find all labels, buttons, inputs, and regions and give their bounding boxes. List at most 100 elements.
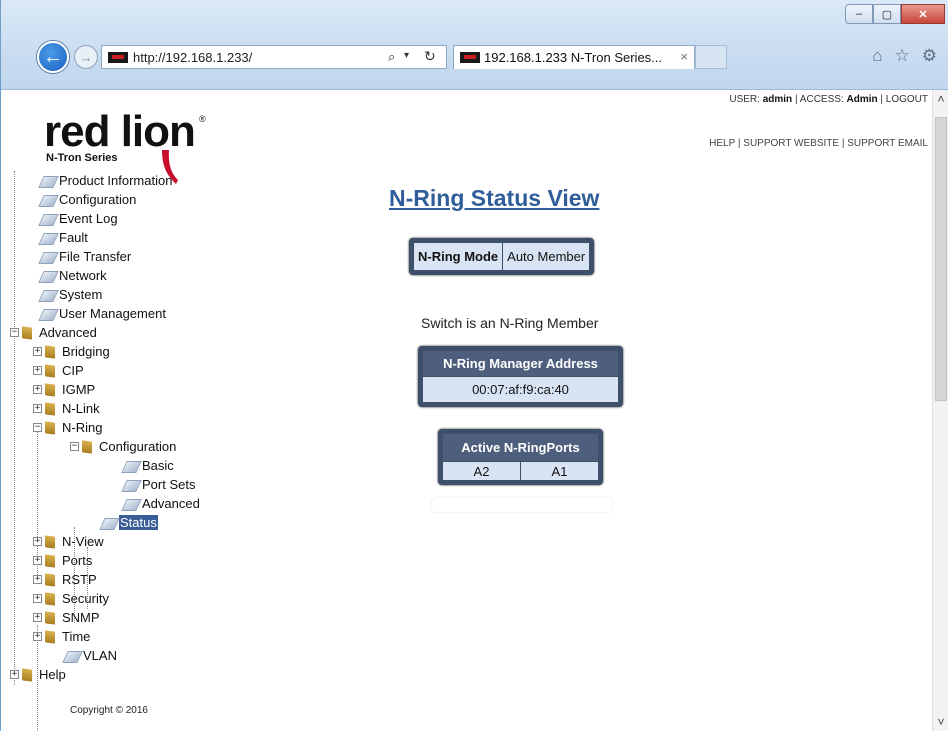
tree-item-cip[interactable]: + CIP: [33, 361, 85, 380]
tree-item-ports[interactable]: + Ports: [33, 551, 93, 570]
expand-icon[interactable]: +: [33, 632, 42, 641]
tab-title: 192.168.1.233 N-Tron Series...: [484, 50, 663, 65]
tree-item-n-ring[interactable]: − N-Ring: [33, 418, 103, 437]
page-icon: [38, 251, 56, 263]
n-ring-mode-label: N-Ring Mode: [412, 242, 504, 271]
expand-icon[interactable]: +: [33, 594, 42, 603]
tree-item-basic[interactable]: Basic: [121, 456, 175, 475]
collapse-icon[interactable]: −: [70, 442, 79, 451]
support-email-link[interactable]: SUPPORT EMAIL: [847, 138, 928, 149]
tree-item-product-information[interactable]: Product Information: [38, 171, 173, 190]
close-window-button[interactable]: ✕: [901, 4, 945, 24]
tree-item-n-view[interactable]: + N-View: [33, 532, 105, 551]
expand-icon[interactable]: +: [33, 385, 42, 394]
tree-item-vlan[interactable]: VLAN: [62, 646, 118, 665]
tree-item-advanced-sub[interactable]: Advanced: [121, 494, 201, 513]
tree-item-n-ring-configuration[interactable]: − Configuration: [70, 437, 177, 456]
tree-item-security[interactable]: + Security: [33, 589, 110, 608]
expand-icon[interactable]: +: [33, 575, 42, 584]
tab-close-icon[interactable]: ×: [680, 49, 688, 64]
scroll-thumb[interactable]: [935, 117, 947, 401]
tree-item-bridging[interactable]: + Bridging: [33, 342, 111, 361]
expand-icon[interactable]: +: [33, 537, 42, 546]
refresh-icon[interactable]: ↻: [424, 48, 436, 65]
tree-item-fault[interactable]: Fault: [38, 228, 89, 247]
page-icon: [38, 175, 56, 187]
window-controls: – ▢ ✕: [845, 4, 945, 24]
support-website-link[interactable]: SUPPORT WEBSITE: [743, 138, 839, 149]
page-icon: [121, 479, 139, 491]
logo-wordmark: red lion: [44, 107, 196, 156]
tree-item-help[interactable]: + Help: [10, 665, 67, 684]
browser-titlebar: – ▢ ✕ ← → http://192.168.1.233/ ⌕ ▾ ↻ 19…: [1, 0, 948, 90]
n-ring-manager-table: N-Ring Manager Address 00:07:af:f9:ca:40: [418, 346, 623, 407]
switch-status-message: Switch is an N-Ring Member: [421, 315, 599, 331]
tree-item-file-transfer[interactable]: File Transfer: [38, 247, 132, 266]
back-button[interactable]: ←: [37, 41, 69, 73]
folder-icon: [45, 364, 57, 377]
page-icon: [99, 517, 117, 529]
collapse-icon[interactable]: −: [10, 328, 19, 337]
maximize-button[interactable]: ▢: [873, 4, 901, 24]
tree-item-system[interactable]: System: [38, 285, 103, 304]
logout-link[interactable]: LOGOUT: [886, 94, 928, 105]
expand-icon[interactable]: +: [33, 404, 42, 413]
new-tab-button[interactable]: [695, 45, 727, 69]
user-label: USER:: [729, 94, 760, 105]
home-icon[interactable]: ⌂: [872, 46, 882, 66]
page-icon: [38, 232, 56, 244]
tree-item-network[interactable]: Network: [38, 266, 108, 285]
manager-address-value: 00:07:af:f9:ca:40: [422, 376, 619, 403]
tree-item-time[interactable]: + Time: [33, 627, 91, 646]
folder-icon: [45, 402, 57, 415]
active-port-cell: A1: [520, 461, 599, 481]
browser-window: – ▢ ✕ ← → http://192.168.1.233/ ⌕ ▾ ↻ 19…: [0, 0, 948, 731]
tree-item-port-sets[interactable]: Port Sets: [121, 475, 196, 494]
url-text[interactable]: http://192.168.1.233/: [133, 50, 252, 65]
tree-item-snmp[interactable]: + SNMP: [33, 608, 101, 627]
expand-icon[interactable]: +: [33, 347, 42, 356]
page-icon: [62, 650, 80, 662]
folder-icon: [45, 554, 57, 567]
logo-registered-mark: ®: [199, 114, 206, 124]
vertical-scrollbar[interactable]: ˄ ˅: [932, 90, 948, 731]
page-icon: [38, 213, 56, 225]
user-bar: USER: admin | ACCESS: Admin | LOGOUT: [729, 94, 928, 105]
blank-panel: [432, 498, 612, 512]
star-icon[interactable]: ☆: [895, 46, 910, 66]
expand-icon[interactable]: +: [33, 613, 42, 622]
expand-icon[interactable]: +: [33, 366, 42, 375]
page-icon: [38, 270, 56, 282]
folder-open-icon: [82, 440, 94, 453]
forward-button[interactable]: →: [74, 45, 98, 69]
tree-item-user-management[interactable]: User Management: [38, 304, 167, 323]
page-viewport: red lion ® N-Tron Series USER: admin | A…: [2, 90, 932, 731]
folder-icon: [45, 592, 57, 605]
gear-icon[interactable]: ⚙: [922, 46, 937, 66]
browser-tab[interactable]: 192.168.1.233 N-Tron Series... ×: [453, 45, 695, 69]
search-icon[interactable]: ⌕: [388, 49, 395, 65]
manager-address-header: N-Ring Manager Address: [422, 350, 619, 377]
page-icon: [38, 289, 56, 301]
expand-icon[interactable]: +: [10, 670, 19, 679]
address-bar[interactable]: http://192.168.1.233/ ⌕ ▾ ↻: [101, 45, 447, 69]
logo-subtitle: N-Tron Series: [46, 152, 118, 164]
folder-open-icon: [45, 421, 57, 434]
folder-icon: [22, 668, 34, 681]
minimize-button[interactable]: –: [845, 4, 873, 24]
tree-item-configuration[interactable]: Configuration: [38, 190, 137, 209]
copyright-text: Copyright © 2016: [70, 705, 148, 716]
scroll-up-icon[interactable]: ˄: [935, 92, 947, 106]
tree-item-advanced[interactable]: − Advanced: [10, 323, 98, 342]
chevron-down-icon[interactable]: ▾: [404, 50, 409, 61]
help-link[interactable]: HELP: [709, 138, 735, 149]
expand-icon[interactable]: +: [33, 556, 42, 565]
collapse-icon[interactable]: −: [33, 423, 42, 432]
tree-item-igmp[interactable]: + IGMP: [33, 380, 96, 399]
tree-item-event-log[interactable]: Event Log: [38, 209, 119, 228]
folder-open-icon: [22, 326, 34, 339]
tree-item-rstp[interactable]: + RSTP: [33, 570, 98, 589]
scroll-down-icon[interactable]: ˅: [935, 715, 947, 729]
tree-item-status[interactable]: Status: [99, 513, 158, 532]
tree-item-n-link[interactable]: + N-Link: [33, 399, 101, 418]
